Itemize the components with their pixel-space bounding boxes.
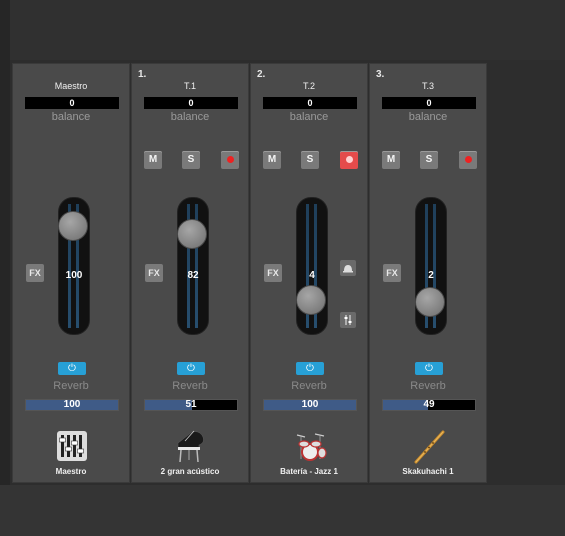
- reverb-send-slider[interactable]: 49: [382, 399, 476, 411]
- balance-label: balance: [51, 111, 91, 123]
- fx-button[interactable]: FX: [383, 264, 401, 282]
- reverb-send-value: 100: [301, 399, 319, 410]
- balance-value[interactable]: 0: [263, 97, 357, 109]
- channel-strip-maestro: Maestro 0 balance FX 100 ⏻ Reverb 100 Ma…: [12, 63, 130, 483]
- mute-button[interactable]: M: [263, 151, 281, 169]
- record-button[interactable]: [340, 151, 358, 169]
- record-dot-icon: [464, 156, 472, 163]
- fader-knob[interactable]: [415, 286, 445, 317]
- volume-fader[interactable]: 82: [177, 197, 209, 335]
- volume-fader[interactable]: 100: [58, 197, 90, 335]
- track-number: 2.: [257, 69, 266, 80]
- fader-knob[interactable]: [177, 219, 207, 250]
- mute-button[interactable]: M: [382, 151, 400, 169]
- reverb-label: Reverb: [53, 380, 89, 392]
- track-number: 1.: [138, 69, 147, 80]
- channel-strip-t3: 3. T.3 0 balance M S FX 2 ⏻ Reverb 49 Sk…: [369, 63, 487, 483]
- reverb-power-button[interactable]: ⏻: [415, 362, 443, 375]
- instrument-label: Maestro: [55, 467, 87, 476]
- track-name: T.2: [302, 81, 315, 91]
- drum-kit-icon[interactable]: [291, 429, 329, 465]
- fx-button[interactable]: FX: [264, 264, 282, 282]
- mute-button[interactable]: M: [144, 151, 162, 169]
- balance-label: balance: [170, 111, 210, 123]
- solo-button[interactable]: S: [420, 151, 438, 169]
- record-dot-icon: [226, 156, 234, 163]
- reverb-label: Reverb: [410, 380, 446, 392]
- reverb-label: Reverb: [291, 380, 327, 392]
- reverb-power-button[interactable]: ⏻: [58, 362, 86, 375]
- bell-icon[interactable]: [340, 260, 356, 276]
- fader-value: 2: [428, 270, 434, 281]
- record-dot-icon: [345, 156, 353, 163]
- instrument-label: Skakuhachi 1: [402, 467, 454, 476]
- track-name: T.3: [421, 81, 434, 91]
- channel-strip-t1: 1. T.1 0 balance M S FX 82 ⏻ Reverb 51 2…: [131, 63, 249, 483]
- balance-label: balance: [289, 111, 329, 123]
- balance-value[interactable]: 0: [25, 97, 119, 109]
- balance-label: balance: [408, 111, 448, 123]
- solo-button[interactable]: S: [301, 151, 319, 169]
- reverb-send-slider[interactable]: 51: [144, 399, 238, 411]
- fader-knob[interactable]: [58, 210, 88, 241]
- record-button[interactable]: [221, 151, 239, 169]
- left-gutter: [0, 0, 10, 536]
- fader-value: 100: [65, 270, 83, 281]
- balance-value[interactable]: 0: [144, 97, 238, 109]
- fx-button[interactable]: FX: [26, 264, 44, 282]
- record-button[interactable]: [459, 151, 477, 169]
- volume-fader[interactable]: 4: [296, 197, 328, 335]
- reverb-power-button[interactable]: ⏻: [296, 362, 324, 375]
- reverb-send-value: 100: [63, 399, 81, 410]
- fader-value: 82: [187, 270, 199, 281]
- reverb-send-value: 51: [185, 399, 197, 410]
- volume-fader[interactable]: 2: [415, 197, 447, 335]
- instrument-label: Batería - Jazz 1: [280, 467, 338, 476]
- bottom-bar: [0, 485, 565, 536]
- track-name: Maestro: [54, 81, 88, 91]
- reverb-label: Reverb: [172, 380, 208, 392]
- solo-button[interactable]: S: [182, 151, 200, 169]
- fader-knob[interactable]: [296, 284, 326, 315]
- flute-icon[interactable]: [410, 429, 448, 465]
- grand-piano-icon[interactable]: [172, 429, 210, 465]
- instrument-label: 2 gran acústico: [160, 467, 220, 476]
- reverb-send-value: 49: [423, 399, 435, 410]
- eq-settings-icon[interactable]: [340, 312, 356, 328]
- mixer-icon[interactable]: [53, 429, 91, 465]
- track-number: 3.: [376, 69, 385, 80]
- balance-value[interactable]: 0: [382, 97, 476, 109]
- reverb-send-slider[interactable]: 100: [263, 399, 357, 411]
- reverb-send-slider[interactable]: 100: [25, 399, 119, 411]
- fx-button[interactable]: FX: [145, 264, 163, 282]
- top-toolbar-area: [0, 0, 565, 60]
- fader-value: 4: [309, 270, 315, 281]
- track-name: T.1: [183, 81, 196, 91]
- channel-strip-t2: 2. T.2 0 balance M S FX 4 ⏻ Reverb 100 B…: [250, 63, 368, 483]
- reverb-power-button[interactable]: ⏻: [177, 362, 205, 375]
